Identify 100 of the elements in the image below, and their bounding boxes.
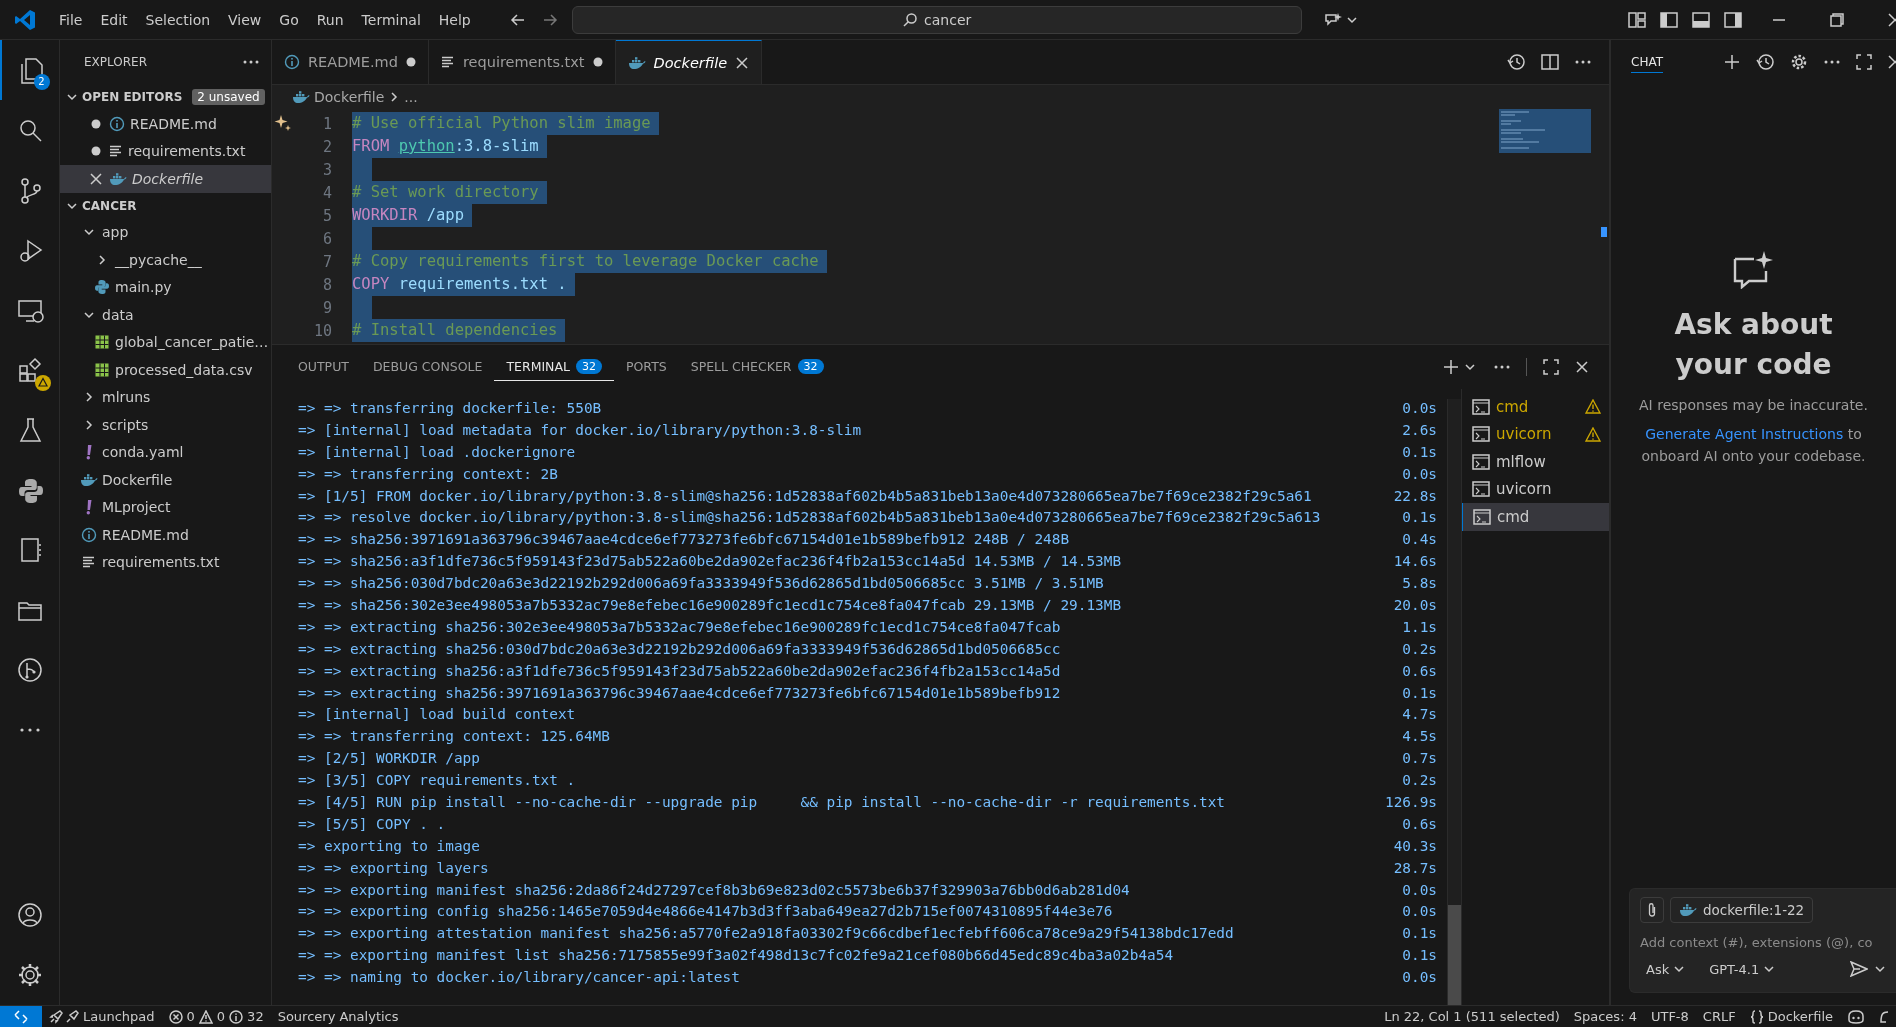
menu-item[interactable]: Terminal <box>352 7 430 32</box>
split-editor-icon[interactable] <box>1541 53 1559 71</box>
maximize-icon[interactable] <box>1543 359 1559 375</box>
more-icon[interactable] <box>243 60 259 64</box>
language-item[interactable]: Dockerfile <box>1742 1009 1840 1024</box>
menu-item[interactable]: File <box>50 7 92 32</box>
explorer-row[interactable]: global_cancer_patie… <box>60 328 271 356</box>
panel-tab[interactable]: PORTS <box>614 353 679 381</box>
scrollbar-thumb[interactable] <box>1448 905 1461 1005</box>
chat-input-box[interactable]: dockerfile:1-22 Add context (#), extensions (@), co Ask GPT-4.1 <box>1629 888 1896 993</box>
remote-button[interactable] <box>0 1005 42 1027</box>
breadcrumb-item[interactable]: Dockerfile <box>314 89 385 105</box>
section-header[interactable]: OPEN EDITORS 2 unsaved <box>60 84 271 110</box>
explorer-row[interactable]: main.py <box>60 273 271 301</box>
chevron-down-icon[interactable] <box>1874 963 1886 975</box>
chat-tab[interactable]: CHAT <box>1631 51 1663 73</box>
menu-item[interactable]: Edit <box>91 7 137 32</box>
branch-circle-icon[interactable] <box>15 656 44 684</box>
toggle-panel-icon[interactable] <box>1692 11 1710 28</box>
shell-session-item[interactable]: cmd <box>1462 503 1609 531</box>
duration-text: 40.3s <box>1392 836 1437 856</box>
status-item[interactable]: Sourcery Analytics <box>270 1009 406 1024</box>
search-field[interactable]: cancer <box>571 5 1302 34</box>
shell-session-item[interactable]: uvicorn <box>1462 420 1609 448</box>
close-icon[interactable] <box>735 55 750 70</box>
explorer-row[interactable]: conda.yaml <box>60 438 271 466</box>
history-icon[interactable] <box>1756 53 1774 71</box>
history-icon[interactable] <box>1507 53 1525 71</box>
status-item[interactable]: Ln 22, Col 1 (511 selected) <box>1377 1009 1567 1024</box>
more-icon[interactable] <box>1494 365 1510 369</box>
settings-icon[interactable] <box>1790 53 1808 71</box>
forward-arrow-icon[interactable] <box>541 11 558 28</box>
explorer-row[interactable]: processed_data.csv <box>60 356 271 384</box>
menu-item[interactable]: View <box>219 7 271 32</box>
panel-tab[interactable]: OUTPUT <box>286 353 361 381</box>
explorer-row[interactable]: scripts <box>60 411 271 439</box>
toggle-secondary-sidebar-icon[interactable] <box>1724 11 1742 28</box>
account-icon[interactable] <box>15 901 44 929</box>
chevron-right-icon[interactable] <box>83 391 95 404</box>
explorer-row[interactable]: MLproject <box>60 493 271 521</box>
status-item[interactable]: UTF-8 <box>1643 1009 1696 1024</box>
explorer-row[interactable]: mlruns <box>60 383 271 411</box>
close-icon[interactable] <box>1575 360 1589 374</box>
mode-dropdown[interactable]: Ask <box>1640 961 1686 977</box>
explorer-row[interactable]: app <box>60 218 271 246</box>
panel-tab[interactable]: TERMINAL 32 <box>494 353 614 381</box>
menu-item[interactable]: Selection <box>136 7 220 32</box>
explorer-row[interactable]: requirements.txt <box>60 548 271 576</box>
attach-button[interactable] <box>1640 897 1664 923</box>
close-icon[interactable] <box>1888 12 1896 27</box>
explorer-row[interactable]: data <box>60 301 271 329</box>
open-editor-item[interactable]: requirements.txt <box>60 137 271 165</box>
back-arrow-icon[interactable] <box>509 11 526 28</box>
close-icon[interactable] <box>1888 55 1896 69</box>
status-item[interactable]: Spaces: 4 <box>1566 1009 1644 1024</box>
terminal-line: => => resolve docker.io/library/python:3.8-slim@sha256:1d52838af602b4b5a831beb13a0e4d073280665ea7be7f69ce2382f29c5a613 <box>298 508 1321 528</box>
shell-session-item[interactable]: cmd <box>1462 393 1609 421</box>
open-editor-item[interactable]: Dockerfile <box>60 165 271 193</box>
toggle-sidebar-icon[interactable] <box>1660 11 1678 28</box>
overview-ruler-marker <box>1601 227 1607 237</box>
menu-item[interactable]: Go <box>270 7 308 32</box>
add-icon[interactable] <box>1724 54 1740 70</box>
problems-item[interactable]: 0 0 32 <box>161 1009 271 1024</box>
send-icon[interactable] <box>1850 961 1868 977</box>
add-terminal-icon[interactable] <box>1444 359 1478 375</box>
chevron-right-icon[interactable] <box>83 418 95 431</box>
shell-session-item[interactable]: uvicorn <box>1462 475 1609 503</box>
terminal-line: => => exporting attestation manifest sha256:a5770fe2a918fa03302f9c66cdbef1ecfebff606ca78ce9a29f54138bdc17edd <box>298 924 1234 944</box>
editor-tab[interactable]: Dockerfile <box>615 40 763 84</box>
explorer-row[interactable]: Dockerfile <box>60 466 271 494</box>
shell-session-item[interactable]: mlflow <box>1462 448 1609 476</box>
restore-icon[interactable] <box>1830 12 1844 27</box>
launchpad-item[interactable]: Launchpad <box>42 1009 162 1024</box>
chevron-right-icon[interactable] <box>96 253 108 266</box>
explorer-row[interactable]: __pycache__ <box>60 246 271 274</box>
duration-text: 0.7s <box>1401 749 1437 769</box>
maximize-icon[interactable] <box>1856 54 1872 70</box>
open-editor-item[interactable]: README.md <box>60 110 271 138</box>
model-dropdown[interactable]: GPT-4.1 <box>1703 961 1776 977</box>
terminal-line: => => transferring context: 125.64MB <box>298 727 610 747</box>
chevron-down-icon[interactable] <box>1673 963 1686 975</box>
status-item[interactable]: CRLF <box>1695 1009 1743 1024</box>
chevron-down-icon[interactable] <box>1763 963 1776 975</box>
context-chip[interactable]: dockerfile:1-22 <box>1670 897 1814 923</box>
generate-instructions-link[interactable]: Generate Agent Instructions <box>1645 426 1844 442</box>
panel-tab[interactable]: DEBUG CONSOLE <box>360 353 495 381</box>
section-header[interactable]: CANCER <box>60 192 271 219</box>
breadcrumb-item[interactable]: ... <box>404 89 418 105</box>
menu-item[interactable]: Help <box>429 7 480 32</box>
more-icon[interactable] <box>1575 60 1591 64</box>
copilot-icon[interactable] <box>1847 1009 1865 1024</box>
more-icon[interactable] <box>1824 60 1840 64</box>
close-icon[interactable] <box>89 171 103 186</box>
panel-tab[interactable]: SPELL CHECKER 32 <box>678 353 836 381</box>
explorer-row[interactable]: README.md <box>60 521 271 549</box>
menu-item[interactable]: Run <box>307 7 353 32</box>
sparkle-icon[interactable] <box>274 114 292 132</box>
whale-icon <box>292 90 310 104</box>
layout-icon[interactable] <box>1628 11 1646 28</box>
chevron-down-icon[interactable] <box>66 91 78 103</box>
